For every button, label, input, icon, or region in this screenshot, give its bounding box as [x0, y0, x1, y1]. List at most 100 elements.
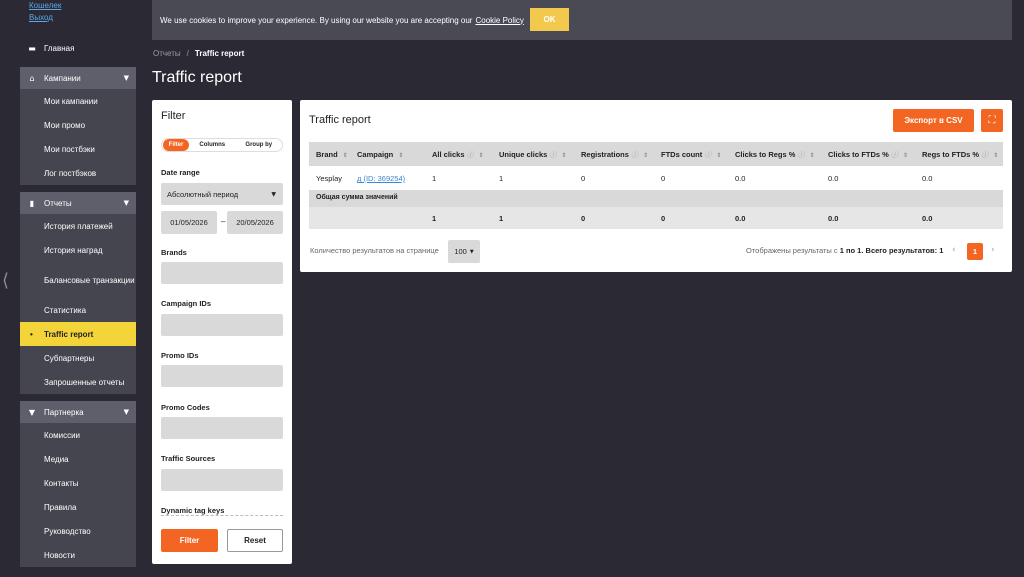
- results-range: 1 по 1. Всего результатов: 1: [839, 246, 944, 255]
- wallet-link[interactable]: Кошелек: [29, 0, 61, 12]
- cookie-policy-link[interactable]: Cookie Policy: [475, 16, 523, 25]
- brands-field[interactable]: [161, 262, 283, 284]
- cell-brand: Yesplay: [316, 174, 342, 183]
- promo-codes-label: Promo Codes: [161, 403, 210, 412]
- help-icon: ⓘ: [549, 151, 557, 159]
- cell-all-clicks: 1: [432, 174, 437, 183]
- cookie-text: We use cookies to improve your experienc…: [160, 15, 473, 25]
- sidebar-item-news[interactable]: Новости: [20, 543, 136, 567]
- breadcrumb-parent[interactable]: Отчеты: [153, 49, 181, 58]
- reset-button[interactable]: Reset: [227, 529, 283, 552]
- date-to-input[interactable]: 20/05/2026: [227, 211, 283, 234]
- sidebar-item-balance-transactions[interactable]: Балансовые транзакции: [20, 262, 136, 298]
- filter-tabs: Filter Columns Group by: [161, 138, 283, 152]
- collapse-sidebar-icon[interactable]: ⟨: [2, 270, 9, 291]
- cookie-ok-button[interactable]: OK: [530, 8, 569, 31]
- home-icon: ▬: [28, 43, 36, 53]
- table-header: Brand ⇕ Campaign ⇕ All clicks ⓘ ⇕ Unique cli…: [309, 142, 1003, 166]
- help-icon: ⓘ: [890, 151, 898, 159]
- sidebar-item-media[interactable]: Медиа: [20, 447, 136, 471]
- date-range-select[interactable]: Абсолютный период ▼: [161, 183, 283, 205]
- sidebar-group-label: Отчеты: [44, 198, 72, 208]
- promo-codes-field[interactable]: [161, 417, 283, 439]
- date-from-input[interactable]: 01/05/2026: [161, 211, 217, 234]
- total-registrations: 0: [581, 214, 586, 223]
- per-page-select[interactable]: 100 ▼: [448, 240, 480, 263]
- col-ftds-count[interactable]: FTDs count ⓘ ⇕: [661, 150, 721, 160]
- caret-down-icon: ▼: [271, 190, 276, 198]
- prev-page-icon[interactable]: ‹: [952, 245, 956, 255]
- total-row: 1 1 0 0 0.0 0.0 0.0: [309, 207, 1003, 229]
- table-row: Yesplay д (ID: 369254) 1 1 0 0 0.0 0.0 0…: [309, 166, 1003, 190]
- sidebar-group-partner[interactable]: ▼ Партнерка ▼: [20, 401, 136, 423]
- sidebar-item-guide[interactable]: Руководство: [20, 519, 136, 543]
- col-campaign[interactable]: Campaign ⇕: [357, 150, 403, 159]
- sidebar-item-contacts[interactable]: Контакты: [20, 471, 136, 495]
- sidebar-item-commissions[interactable]: Комиссии: [20, 423, 136, 447]
- sidebar-item-traffic-report[interactable]: • Traffic report: [20, 322, 136, 346]
- tab-filter[interactable]: Filter: [163, 139, 189, 151]
- breadcrumb-current: Traffic report: [194, 49, 245, 58]
- col-clicks-to-ftds[interactable]: Clicks to FTDs % ⓘ ⇕: [828, 150, 908, 160]
- col-brand[interactable]: Brand ⇕: [316, 150, 348, 159]
- cell-clicks-to-ftds: 0.0: [828, 174, 839, 183]
- sort-icon: ⇕: [809, 152, 815, 159]
- sidebar-item-my-campaigns[interactable]: Мои кампании: [20, 89, 136, 113]
- sidebar-item-statistics[interactable]: Статистика: [20, 298, 136, 322]
- total-label: Общая сумма значений: [316, 194, 398, 201]
- per-page-value: 100: [454, 247, 467, 256]
- cookie-banner: We use cookies to improve your experienc…: [152, 0, 1012, 40]
- chevron-down-icon: ▼: [123, 199, 129, 207]
- promo-ids-label: Promo IDs: [161, 351, 199, 360]
- results-text: Отображены результаты с: [746, 246, 838, 255]
- chevron-down-icon: ▼: [123, 74, 129, 82]
- current-page-button[interactable]: 1: [967, 243, 983, 260]
- col-all-clicks[interactable]: All clicks ⓘ ⇕: [432, 150, 484, 160]
- sidebar-item-requested-reports[interactable]: Запрошенные отчеты: [20, 370, 136, 394]
- cell-clicks-to-regs: 0.0: [735, 174, 746, 183]
- sidebar-item-my-promo[interactable]: Мои промо: [20, 113, 136, 137]
- promo-ids-field[interactable]: [161, 365, 283, 387]
- col-unique-clicks[interactable]: Unique clicks ⓘ ⇕: [499, 150, 566, 160]
- help-icon: ⓘ: [704, 151, 712, 159]
- sidebar-item-postback-log[interactable]: Лог постбэков: [20, 161, 136, 185]
- col-registrations[interactable]: Registrations ⓘ ⇕: [581, 150, 648, 160]
- tab-columns[interactable]: Columns: [189, 139, 236, 151]
- total-unique-clicks: 1: [499, 214, 504, 223]
- sidebar-item-my-postbacks[interactable]: Мои постбэки: [20, 137, 136, 161]
- filter-divider: [161, 515, 283, 516]
- col-regs-to-ftds[interactable]: Regs to FTDs % ⓘ ⇕: [922, 150, 998, 160]
- export-csv-button[interactable]: Экспорт в CSV: [893, 109, 974, 132]
- report-table: Brand ⇕ Campaign ⇕ All clicks ⓘ ⇕ Unique cli…: [309, 142, 1003, 229]
- next-page-icon[interactable]: ›: [991, 245, 995, 255]
- campaign-icon: ⌂: [29, 73, 35, 83]
- sidebar-group-campaigns[interactable]: ⌂ Кампании ▼: [20, 67, 136, 89]
- clipboard-icon: ▮: [29, 198, 35, 208]
- sort-icon: ⇕: [342, 152, 348, 159]
- filter-panel: Filter Filter Columns Group by Date rang…: [152, 100, 292, 564]
- apply-filter-button[interactable]: Filter: [161, 529, 218, 552]
- logout-link[interactable]: Выход: [29, 12, 61, 24]
- dynamic-tag-keys-label: Dynamic tag keys: [161, 506, 225, 515]
- sidebar-item-rules[interactable]: Правила: [20, 495, 136, 519]
- total-regs-to-ftds: 0.0: [922, 214, 933, 223]
- sidebar-item-label: Главная: [44, 43, 75, 53]
- campaign-link[interactable]: д (ID: 369254): [357, 174, 405, 183]
- report-panel: Traffic report Экспорт в CSV ⛶ Brand ⇕ Ca…: [300, 100, 1012, 272]
- total-header-row: Общая сумма значений: [309, 190, 1003, 207]
- sidebar-item-payment-history[interactable]: История платежей: [20, 214, 136, 238]
- sidebar-item-home[interactable]: ▬ Главная: [20, 37, 136, 59]
- sidebar-group-reports[interactable]: ▮ Отчеты ▼: [20, 192, 136, 214]
- traffic-sources-field[interactable]: [161, 469, 283, 491]
- funnel-icon: ▼: [28, 407, 36, 417]
- col-clicks-to-regs[interactable]: Clicks to Regs % ⓘ ⇕: [735, 150, 814, 160]
- total-clicks-to-regs: 0.0: [735, 214, 746, 223]
- tab-group-by[interactable]: Group by: [236, 139, 283, 151]
- sidebar-item-subpartners[interactable]: Субпартнеры: [20, 346, 136, 370]
- fullscreen-button[interactable]: ⛶: [981, 109, 1003, 132]
- sidebar-item-reward-history[interactable]: История наград: [20, 238, 136, 262]
- fullscreen-icon: ⛶: [988, 115, 996, 126]
- sidebar-top-links: Кошелек Выход: [29, 0, 61, 24]
- help-icon: ⓘ: [466, 151, 474, 159]
- campaign-ids-field[interactable]: [161, 314, 283, 336]
